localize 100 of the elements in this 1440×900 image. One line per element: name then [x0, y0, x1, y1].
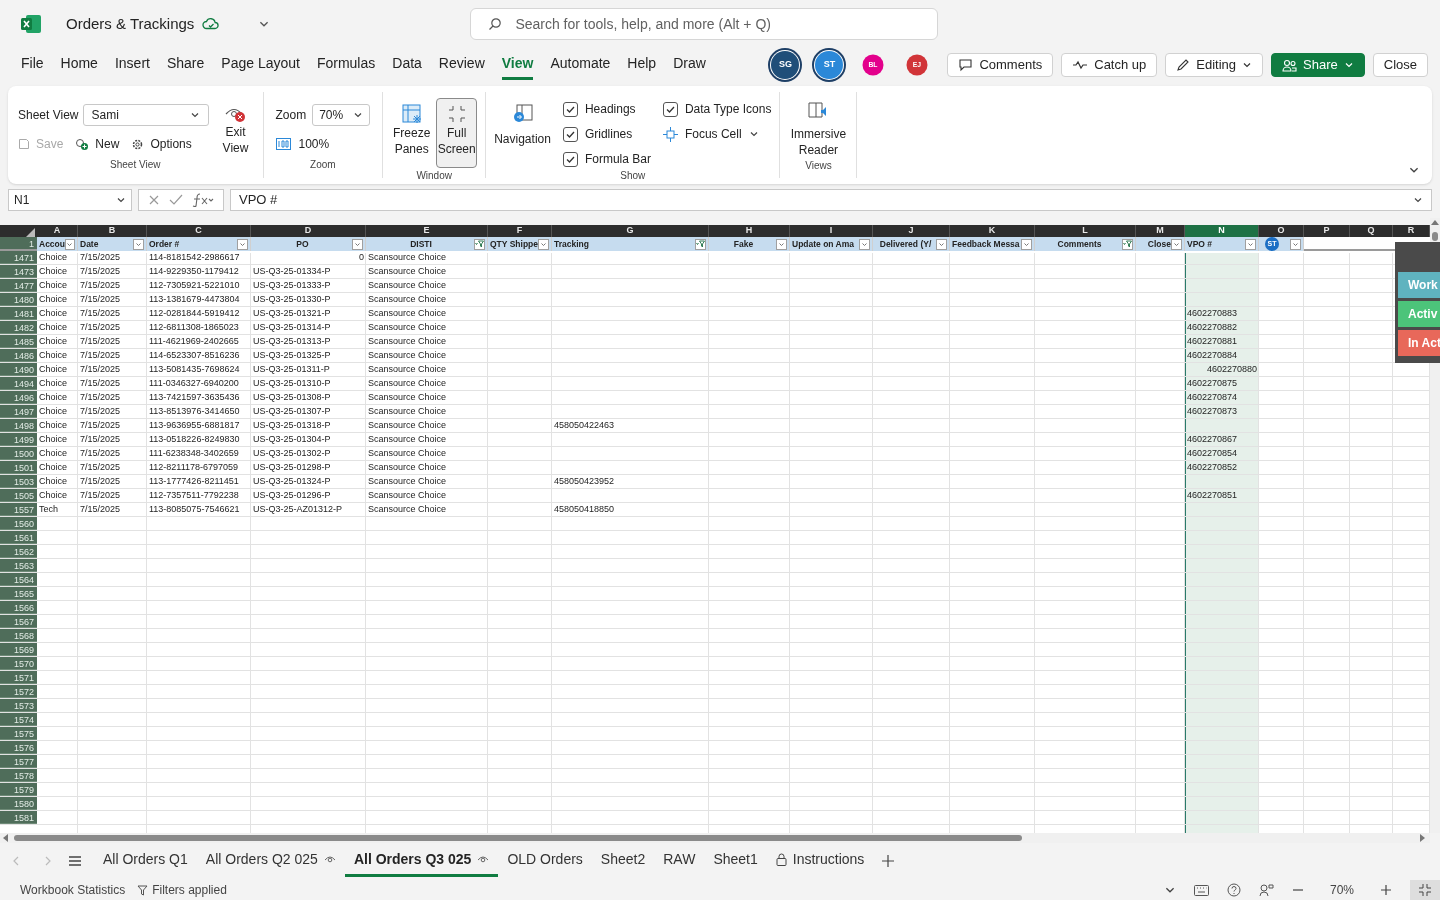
sheet-tab[interactable]: Sheet2: [591, 844, 655, 877]
row-header[interactable]: 1580: [0, 797, 37, 810]
sheet-tab[interactable]: OLD Orders: [498, 844, 592, 877]
zoom-100-button[interactable]: 100%: [275, 135, 371, 153]
filter-applied-button[interactable]: [474, 238, 485, 250]
row-header[interactable]: 1569: [0, 643, 37, 656]
row-header[interactable]: 1497: [0, 405, 37, 418]
row-header[interactable]: 1567: [0, 615, 37, 628]
row-header[interactable]: 1486: [0, 349, 37, 362]
filter-dropdown[interactable]: [133, 238, 144, 250]
scrollbar-thumb[interactable]: [1432, 232, 1438, 241]
fit-screen-button[interactable]: [1410, 880, 1440, 900]
insert-function-icon[interactable]: [192, 193, 215, 207]
filter-applied-button[interactable]: [695, 238, 706, 250]
checkbox[interactable]: [662, 101, 678, 117]
menu-tab[interactable]: Formulas: [316, 50, 376, 80]
row-header[interactable]: 1565: [0, 587, 37, 600]
row-header[interactable]: 1562: [0, 545, 37, 558]
filter-applied-button[interactable]: [1122, 238, 1133, 250]
row-header[interactable]: 1499: [0, 433, 37, 446]
filter-dropdown[interactable]: [352, 238, 363, 250]
checkbox[interactable]: [562, 126, 578, 142]
name-box[interactable]: N1: [8, 189, 132, 211]
workbook-statistics-link[interactable]: Workbook Statistics: [20, 881, 126, 899]
row-header[interactable]: 1500: [0, 447, 37, 460]
freeze-panes-button[interactable]: Freeze Panes: [391, 98, 433, 168]
menu-tab[interactable]: File: [21, 50, 44, 80]
menu-tab[interactable]: Draw: [673, 50, 706, 80]
row-header[interactable]: 1505: [0, 489, 37, 502]
row-header[interactable]: 1574: [0, 713, 37, 726]
menu-tab[interactable]: Home: [60, 50, 98, 80]
row-header[interactable]: 1477: [0, 279, 37, 292]
menu-tab[interactable]: Automate: [550, 50, 611, 80]
menu-tab[interactable]: Page Layout: [221, 50, 300, 80]
sheet-tab[interactable]: Sheet1: [704, 844, 767, 877]
filter-dropdown[interactable]: [776, 238, 787, 250]
row-header[interactable]: 1575: [0, 727, 37, 740]
scroll-right-icon[interactable]: [1420, 834, 1426, 842]
row-header[interactable]: 1573: [0, 699, 37, 712]
cancel-icon[interactable]: [147, 194, 160, 206]
feedback-icon[interactable]: [1259, 883, 1274, 897]
row-header[interactable]: 1496: [0, 391, 37, 404]
filter-dropdown[interactable]: [936, 238, 947, 250]
scroll-up-icon[interactable]: [1431, 219, 1439, 225]
row-header[interactable]: 1501: [0, 461, 37, 474]
row-header[interactable]: 1473: [0, 265, 37, 278]
sheet-tab[interactable]: RAW: [654, 844, 705, 877]
editing-button[interactable]: Editing: [1165, 53, 1264, 77]
row-header[interactable]: 1: [0, 237, 37, 249]
row-header[interactable]: 1503: [0, 475, 37, 488]
close-button[interactable]: Close: [1372, 53, 1428, 77]
row-header[interactable]: 1481: [0, 307, 37, 320]
options-button[interactable]: Options: [131, 135, 192, 153]
sheet-tab[interactable]: All Orders Q3 025: [344, 844, 499, 877]
filter-dropdown[interactable]: [237, 238, 248, 250]
row-header[interactable]: 1577: [0, 755, 37, 768]
row-header[interactable]: 1494: [0, 377, 37, 390]
focus-cell-button[interactable]: Focus Cell: [662, 125, 772, 143]
catchup-button[interactable]: Catch up: [1061, 53, 1158, 77]
scroll-left-icon[interactable]: [2, 834, 8, 842]
menu-tab[interactable]: Review: [438, 50, 485, 80]
add-sheet-icon[interactable]: [881, 853, 896, 868]
row-header[interactable]: 1578: [0, 769, 37, 782]
zoom-level[interactable]: 70%: [1322, 881, 1362, 899]
immersive-reader-button[interactable]: Immersive Reader: [788, 100, 849, 158]
row-header[interactable]: 1564: [0, 573, 37, 586]
menu-tab[interactable]: Data: [392, 50, 422, 80]
search-field[interactable]: Search for tools, help, and more (Alt + Q): [470, 8, 939, 40]
enter-icon[interactable]: [169, 194, 183, 206]
help-icon[interactable]: [1227, 883, 1241, 897]
menu-tab[interactable]: Insert: [114, 50, 150, 80]
filter-dropdown[interactable]: [1171, 238, 1182, 250]
row-header[interactable]: 1581: [0, 811, 37, 824]
row-header[interactable]: 1579: [0, 783, 37, 796]
scrollbar-thumb[interactable]: [14, 835, 1022, 841]
menu-tab[interactable]: View: [501, 50, 534, 80]
row-header[interactable]: 1563: [0, 559, 37, 572]
row-header[interactable]: 1570: [0, 657, 37, 670]
row-header[interactable]: 1572: [0, 685, 37, 698]
checkbox[interactable]: [562, 151, 578, 167]
menu-tab[interactable]: Help: [627, 50, 657, 80]
filter-dropdown[interactable]: [859, 238, 870, 250]
column-header[interactable]: N: [1185, 225, 1259, 237]
filter-dropdown[interactable]: [1290, 238, 1301, 250]
sheet-tab[interactable]: All Orders Q1: [94, 844, 197, 877]
avatar[interactable]: ST: [815, 51, 844, 79]
navigation-button[interactable]: Navigation: [494, 98, 551, 168]
row-header[interactable]: 1498: [0, 419, 37, 432]
row-header[interactable]: 1561: [0, 531, 37, 544]
row-header[interactable]: 1568: [0, 629, 37, 642]
exit-view-button[interactable]: Exit View: [218, 104, 253, 156]
avatar[interactable]: SG: [771, 51, 800, 79]
row-header[interactable]: 1490: [0, 363, 37, 376]
sheet-tab[interactable]: Instructions: [766, 844, 874, 877]
row-header[interactable]: 1557: [0, 503, 37, 516]
filter-dropdown[interactable]: [538, 238, 549, 250]
new-button[interactable]: New: [75, 135, 120, 153]
row-header[interactable]: 1566: [0, 601, 37, 614]
comments-button[interactable]: Comments: [947, 53, 1054, 77]
zoom-dropdown[interactable]: 70%: [312, 104, 371, 126]
